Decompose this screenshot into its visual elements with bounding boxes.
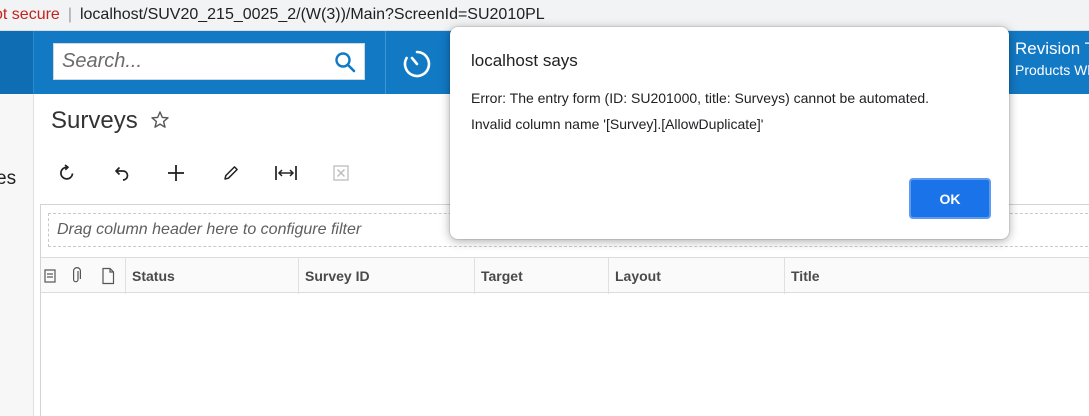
left-nav: es: [0, 94, 34, 416]
company-branch[interactable]: Products Who: [1015, 62, 1089, 78]
note-column[interactable]: [97, 258, 119, 294]
ok-button[interactable]: OK: [909, 178, 991, 219]
column-header-survey-id[interactable]: Survey ID: [299, 258, 475, 294]
pencil-icon: [224, 166, 238, 180]
column-header-target[interactable]: Target: [475, 258, 609, 294]
address-separator: |: [67, 6, 72, 23]
left-nav-item[interactable]: es: [0, 168, 16, 190]
grid-header: Status Survey ID Target Layout Title: [41, 257, 1089, 294]
refresh-icon: [60, 164, 74, 180]
plus-icon: [168, 165, 184, 181]
document-icon: [102, 267, 115, 285]
export-excel-button[interactable]: [325, 158, 357, 188]
attachment-column[interactable]: [65, 258, 87, 294]
dialog-message: Error: The entry form (ID: SU201000, tit…: [471, 90, 930, 132]
topbar-divider: [385, 31, 386, 94]
paperclip-icon: [73, 267, 81, 283]
undo-button[interactable]: [105, 158, 137, 188]
star-icon[interactable]: [150, 110, 170, 130]
alert-dialog: localhost says Error: The entry form (ID…: [450, 27, 1009, 239]
url-text[interactable]: localhost/SUV20_215_0025_2/(W(3))/Main?S…: [80, 6, 545, 24]
fit-to-screen-button[interactable]: [270, 158, 302, 188]
filter-hint: Drag column header here to configure fil…: [57, 221, 362, 238]
add-button[interactable]: [160, 158, 192, 188]
not-secure-label[interactable]: ot secure: [0, 6, 60, 24]
column-header-layout[interactable]: Layout: [609, 258, 785, 294]
column-header-status[interactable]: Status: [125, 258, 299, 294]
fit-width-icon: [275, 166, 297, 180]
company-name[interactable]: Revision Tw: [1015, 40, 1089, 57]
search-box[interactable]: [53, 43, 365, 80]
files-column-icon[interactable]: [41, 258, 59, 294]
column-header-title[interactable]: Title: [785, 258, 1089, 294]
selector-icon: [44, 269, 56, 283]
undo-icon: [115, 166, 129, 181]
refresh-button[interactable]: [51, 158, 83, 188]
search-input[interactable]: [54, 50, 324, 73]
timer-icon[interactable]: [401, 48, 433, 80]
edit-button[interactable]: [215, 158, 247, 188]
menu-strip[interactable]: [0, 31, 34, 94]
excel-export-icon: [333, 165, 349, 181]
dialog-title: localhost says: [471, 51, 578, 70]
app-window: ot secure | localhost/SUV20_215_0025_2/(…: [0, 0, 1089, 416]
page-title: Surveys: [51, 107, 138, 134]
search-icon[interactable]: [334, 51, 356, 73]
